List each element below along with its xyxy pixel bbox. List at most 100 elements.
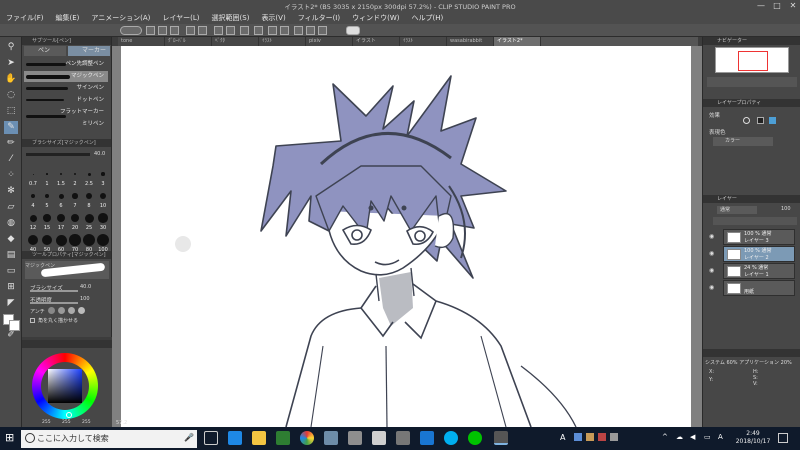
help-icon[interactable]	[346, 26, 360, 35]
store-icon[interactable]	[276, 431, 290, 445]
expression-color-select[interactable]: カラー	[713, 137, 773, 146]
layer-row[interactable]: 用紙	[723, 280, 795, 296]
brush-size-slider[interactable]	[26, 153, 90, 156]
brush-size-option[interactable]: 20	[68, 211, 82, 233]
layer-row-selected[interactable]: 100 % 通常 レイヤー 2	[723, 246, 795, 262]
tab-document-active[interactable]: イラスト2*	[494, 37, 541, 46]
eraser-icon[interactable]: ▱	[4, 201, 18, 214]
microphone-icon[interactable]: 🎤	[184, 433, 194, 442]
navigator-thumbnail[interactable]	[715, 47, 789, 73]
deselect-icon[interactable]	[268, 26, 277, 35]
clear-icon[interactable]	[214, 26, 223, 35]
navigator-controls[interactable]	[707, 77, 797, 87]
tab-document[interactable]: ﾍﾞｸﾀ	[212, 37, 259, 46]
save-icon[interactable]	[170, 26, 179, 35]
task-view-icon[interactable]	[204, 431, 218, 445]
move-hand-icon[interactable]: ✋	[4, 73, 18, 86]
brush-size-option[interactable]: 7	[68, 189, 82, 211]
edge-icon[interactable]	[228, 431, 242, 445]
tab-document[interactable]: ｸﾞﾛｰﾊﾞﾙ	[165, 37, 212, 46]
menu-layer[interactable]: レイヤー(L)	[156, 13, 205, 23]
menu-animation[interactable]: アニメーション(A)	[85, 13, 156, 23]
tray-app-icon[interactable]	[598, 433, 606, 441]
maximize-button[interactable]: □	[770, 1, 784, 10]
keyboard-icon[interactable]: ▭	[704, 433, 711, 441]
undo-icon[interactable]	[186, 26, 195, 35]
blend-icon[interactable]: ◍	[4, 217, 18, 230]
ime-mode-indicator[interactable]: A	[560, 433, 565, 442]
skype-icon[interactable]	[444, 431, 458, 445]
eye-icon[interactable]: ◉	[709, 250, 714, 257]
gradient-icon[interactable]: ▤	[4, 249, 18, 262]
opacity-slider[interactable]	[30, 302, 78, 304]
sub-color-swatch[interactable]	[9, 320, 20, 331]
brush-size-option[interactable]: 8	[82, 189, 96, 211]
ime-indicator[interactable]: A	[718, 433, 723, 441]
airbrush-icon[interactable]: ⁘	[4, 169, 18, 182]
brush-size-option[interactable]: 1	[40, 167, 54, 189]
fill-icon[interactable]	[240, 26, 249, 35]
color-picker-handle[interactable]	[66, 412, 72, 418]
new-file-icon[interactable]	[146, 26, 155, 35]
file-explorer-icon[interactable]	[252, 431, 266, 445]
aa-strong-option[interactable]	[78, 307, 85, 314]
tab-document[interactable]: ｲﾗｽﾄ	[400, 37, 447, 46]
clip-studio-icon[interactable]	[120, 26, 142, 35]
menu-filter[interactable]: フィルター(I)	[292, 13, 346, 23]
brush-size-option[interactable]: 1.5	[54, 167, 68, 189]
brush-icon[interactable]: ⁄	[4, 153, 18, 166]
brush-size-option[interactable]: 25	[82, 211, 96, 233]
tab-document[interactable]: tone	[118, 37, 165, 46]
menu-help[interactable]: ヘルプ(H)	[405, 13, 449, 23]
brush-size-option[interactable]: 12	[26, 211, 40, 233]
pen-icon[interactable]: ✎	[4, 121, 18, 134]
tray-app-icon[interactable]	[574, 433, 582, 441]
pencil-icon[interactable]: ✏	[4, 137, 18, 150]
zoom-icon[interactable]: ⚲	[4, 41, 18, 54]
brush-size-prop-slider[interactable]	[30, 290, 78, 292]
aa-weak-option[interactable]	[58, 307, 65, 314]
ruler-icon[interactable]: ◤	[4, 297, 18, 310]
brush-size-option[interactable]: 30	[96, 211, 110, 233]
tab-document[interactable]: ｲﾗｽﾄ	[259, 37, 306, 46]
brush-size-option[interactable]: 4	[26, 189, 40, 211]
app-icon[interactable]	[324, 431, 338, 445]
layer-toolbar[interactable]	[713, 217, 797, 225]
effect-border-icon[interactable]	[743, 117, 750, 124]
app-icon[interactable]	[348, 431, 362, 445]
subtool-item[interactable]: ミリペン	[24, 119, 108, 130]
eye-icon[interactable]: ◉	[709, 267, 714, 274]
brush-size-option[interactable]: 17	[54, 211, 68, 233]
figure-icon[interactable]: ▭	[4, 265, 18, 278]
close-button[interactable]: ✕	[786, 1, 800, 10]
brush-size-option[interactable]: 3	[96, 167, 110, 189]
menu-view[interactable]: 表示(V)	[255, 13, 291, 23]
app-icon[interactable]	[396, 431, 410, 445]
notification-icon[interactable]	[778, 433, 788, 443]
tab-document[interactable]: イラスト	[353, 37, 400, 46]
menu-file[interactable]: ファイル(F)	[0, 13, 50, 23]
aa-medium-option[interactable]	[68, 307, 75, 314]
layer-row[interactable]: 100 % 通常 レイヤー 3	[723, 229, 795, 245]
brush-size-option[interactable]: 0.7	[26, 167, 40, 189]
selection-icon[interactable]: ⬚	[4, 105, 18, 118]
brush-size-option[interactable]: 10	[96, 189, 110, 211]
menu-window[interactable]: ウィンドウ(W)	[346, 13, 405, 23]
minimize-button[interactable]: —	[754, 1, 768, 10]
blend-mode-select[interactable]: 通常	[717, 206, 757, 214]
line-icon[interactable]	[468, 431, 482, 445]
subtool-tab-pen[interactable]: ペン	[24, 46, 66, 56]
clear-outside-icon[interactable]	[226, 26, 235, 35]
windows-start-icon[interactable]: ⊞	[5, 432, 16, 443]
open-icon[interactable]	[158, 26, 167, 35]
snap-grid-icon[interactable]	[306, 26, 315, 35]
redo-icon[interactable]	[198, 26, 207, 35]
brush-size-option[interactable]: 2	[68, 167, 82, 189]
tray-app-icon[interactable]	[610, 433, 618, 441]
layer-row[interactable]: 24 % 通常 レイヤー 1	[723, 263, 795, 279]
mail-icon[interactable]	[372, 431, 386, 445]
menu-edit[interactable]: 編集(E)	[50, 13, 86, 23]
lasso-icon[interactable]: ◌	[4, 89, 18, 102]
brush-size-option[interactable]: 5	[40, 189, 54, 211]
chrome-icon[interactable]	[300, 431, 314, 445]
